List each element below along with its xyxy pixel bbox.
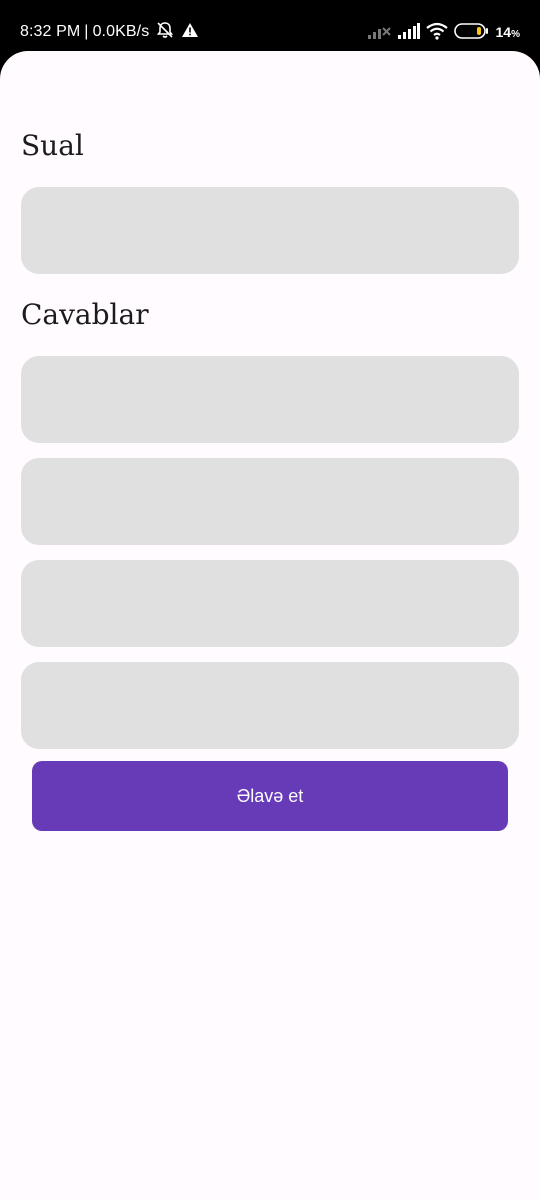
status-right: 14% bbox=[367, 21, 520, 43]
status-left: 8:32 PM | 0.0KB/s bbox=[20, 21, 199, 43]
question-field[interactable] bbox=[21, 187, 519, 274]
status-separator: | bbox=[84, 23, 89, 40]
add-button[interactable]: Əlavə et bbox=[32, 761, 508, 831]
answer-field-2[interactable] bbox=[21, 458, 519, 545]
form-sheet: Sual Cavablar Əlavə et bbox=[0, 51, 540, 1200]
answers-label: Cavablar bbox=[21, 298, 149, 331]
status-time: 8:32 PM bbox=[20, 23, 81, 40]
answer-field-4[interactable] bbox=[21, 662, 519, 749]
wifi-icon bbox=[425, 22, 448, 43]
battery-icon bbox=[453, 22, 490, 43]
battery-unit: % bbox=[511, 29, 520, 40]
answer-field-3[interactable] bbox=[21, 560, 519, 647]
question-label: Sual bbox=[21, 129, 84, 162]
signal-no-sim-icon bbox=[367, 23, 392, 42]
network-speed: 0.0KB/s bbox=[92, 23, 150, 40]
battery-percent: 14 bbox=[495, 24, 512, 40]
signal-icon bbox=[397, 22, 420, 42]
answer-field-1[interactable] bbox=[21, 356, 519, 443]
battery-level: 14% bbox=[496, 24, 520, 40]
bell-muted-icon bbox=[155, 20, 175, 45]
warning-icon bbox=[181, 21, 199, 44]
